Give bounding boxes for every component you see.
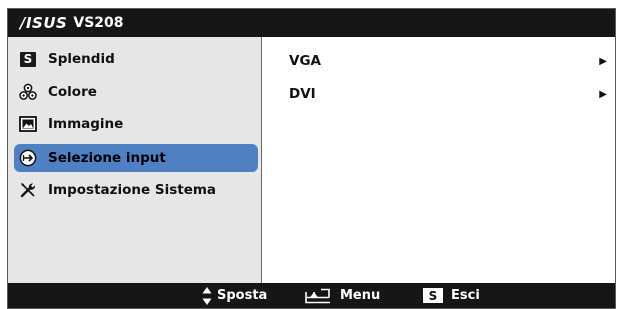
image-icon — [19, 115, 37, 133]
menu-item-label: Splendid — [48, 51, 115, 67]
footer-exit-hint: S Esci — [423, 283, 480, 308]
asus-logo: /ISUS — [20, 14, 68, 32]
submenu-item-label: VGA — [289, 53, 321, 69]
menu-item-label: Impostazione Sistema — [48, 182, 217, 198]
chevron-right-icon: ▶ — [599, 55, 607, 67]
menu-item-splendid[interactable]: S Splendid — [14, 45, 258, 73]
up-down-arrows-icon — [202, 286, 212, 305]
osd-footer: Sposta Menu S Esci — [8, 283, 615, 308]
menu-item-label: Colore — [48, 84, 97, 100]
submenu: VGA ▶ DVI ▶ — [263, 37, 615, 283]
menu-item-label: Immagine — [48, 116, 124, 132]
submenu-item-label: DVI — [289, 86, 316, 102]
footer-move-label: Sposta — [217, 288, 268, 303]
osd-menu: /ISUS VS208 S Splendid Colore Immagine S… — [7, 8, 616, 309]
input-select-icon — [19, 149, 37, 167]
main-menu: S Splendid Colore Immagine Selezione inp… — [8, 37, 262, 283]
exit-key-icon: S — [423, 288, 443, 303]
submenu-item-dvi[interactable]: DVI ▶ — [289, 82, 609, 106]
osd-header: /ISUS VS208 — [8, 9, 615, 37]
color-balls-icon — [19, 83, 37, 101]
enter-key-icon — [305, 288, 330, 303]
menu-item-selezione-input[interactable]: Selezione input — [14, 144, 258, 172]
menu-item-label: Selezione input — [48, 150, 166, 166]
splendid-s-icon: S — [19, 50, 37, 68]
submenu-item-vga[interactable]: VGA ▶ — [289, 49, 609, 73]
footer-exit-label: Esci — [451, 288, 480, 303]
footer-move-hint: Sposta — [202, 283, 267, 308]
model-name: VS208 — [73, 15, 124, 31]
footer-menu-hint: Menu — [302, 283, 380, 308]
menu-item-colore[interactable]: Colore — [14, 78, 258, 106]
menu-item-impostazione-sistema[interactable]: Impostazione Sistema — [14, 176, 258, 204]
menu-item-immagine[interactable]: Immagine — [14, 110, 258, 138]
footer-menu-label: Menu — [340, 288, 381, 303]
chevron-right-icon: ▶ — [599, 88, 607, 100]
tools-icon — [19, 181, 37, 199]
